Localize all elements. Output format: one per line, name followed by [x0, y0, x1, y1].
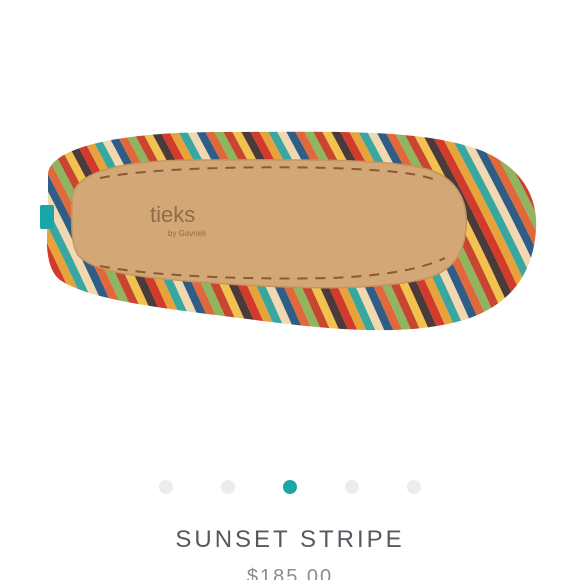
shoe-stripe	[0, 0, 4, 460]
carousel-dots	[0, 478, 580, 496]
shoe-stripe	[540, 0, 580, 460]
brand-logo: tieks	[150, 202, 195, 227]
product-page: tieks by Gavrieli SUNSET STRIPE $185.00	[0, 0, 580, 580]
shoe-stripe	[549, 0, 580, 460]
shoe-stripe	[0, 0, 40, 460]
carousel-dot[interactable]	[221, 480, 235, 494]
shoe-stripe	[558, 0, 580, 460]
carousel-dot[interactable]	[283, 480, 297, 494]
shoe-stripe	[567, 0, 580, 460]
shoe-illustration: tieks by Gavrieli	[0, 0, 580, 460]
carousel-dot[interactable]	[159, 480, 173, 494]
carousel-dot[interactable]	[407, 480, 421, 494]
shoe-stripe	[0, 0, 22, 460]
brand-sub: by Gavrieli	[168, 229, 206, 238]
shoe-stripe	[0, 0, 13, 460]
shoe-stripe	[0, 0, 31, 460]
shoe-stripe	[46, 131, 49, 331]
shoe-stripe	[576, 0, 580, 460]
heel-tab	[40, 205, 54, 229]
insole	[71, 159, 468, 289]
product-image[interactable]: tieks by Gavrieli	[0, 0, 580, 460]
product-price: $185.00	[246, 566, 334, 580]
shoe-stripe	[531, 131, 537, 331]
carousel-dot[interactable]	[345, 480, 359, 494]
product-title: SUNSET STRIPE	[175, 526, 405, 553]
